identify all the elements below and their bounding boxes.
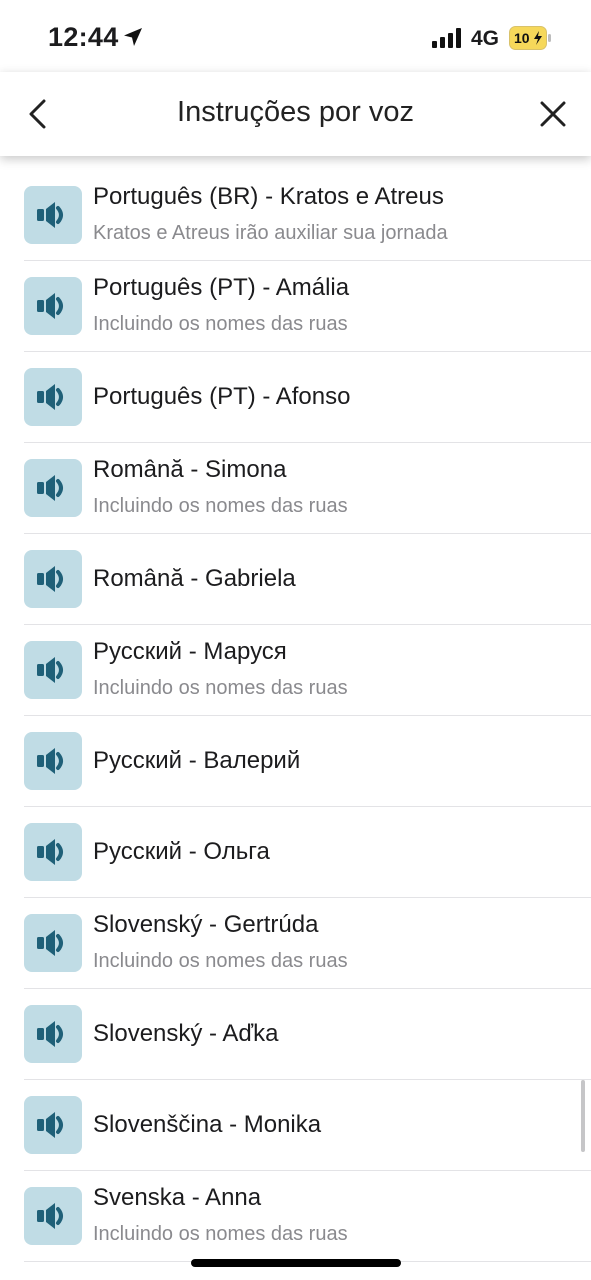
speaker-icon <box>24 277 82 335</box>
voice-item[interactable]: Română - Simona Incluindo os nomes das ru… <box>0 443 591 534</box>
speaker-icon <box>24 732 82 790</box>
speaker-icon <box>24 1096 82 1154</box>
close-button[interactable] <box>530 92 576 136</box>
speaker-icon <box>24 914 82 972</box>
speaker-icon <box>24 641 82 699</box>
voice-item[interactable]: Slovenščina - Monika <box>0 1080 591 1171</box>
voice-title: Română - Gabriela <box>93 565 296 592</box>
voice-item[interactable]: Русский - Ольга <box>0 807 591 898</box>
voice-subtitle: Kratos e Atreus irão auxiliar sua jornad… <box>93 222 448 244</box>
voice-title: Svenska - Anna <box>93 1184 262 1211</box>
speaker-icon <box>24 1187 82 1245</box>
status-bar: 12:44 4G 10 <box>0 0 591 72</box>
voice-title: Português (PT) - Amália <box>93 274 350 301</box>
battery-level: 10 <box>514 30 530 46</box>
voice-title: Slovenščina - Monika <box>93 1111 322 1138</box>
voice-subtitle: Incluindo os nomes das ruas <box>93 950 348 972</box>
voice-item[interactable]: Română - Gabriela <box>0 534 591 625</box>
voice-subtitle: Incluindo os nomes das ruas <box>93 677 348 699</box>
status-time: 12:44 <box>48 22 119 52</box>
voice-item[interactable]: Русский - Валерий <box>0 716 591 807</box>
voice-title: Русский - Валерий <box>93 747 301 774</box>
voice-subtitle: Incluindo os nomes das ruas <box>93 495 348 517</box>
voice-title: Português (PT) - Afonso <box>93 383 351 410</box>
page-title: Instruções por voz <box>177 96 414 128</box>
voice-title: Русский - Маруся <box>93 638 287 665</box>
network-type: 4G <box>471 27 500 50</box>
voice-subtitle: Incluindo os nomes das ruas <box>93 313 348 335</box>
voice-title: Русский - Ольга <box>93 838 270 865</box>
speaker-icon <box>24 1005 82 1063</box>
voice-item[interactable]: Slovenský - Aďka <box>0 989 591 1080</box>
speaker-icon <box>24 459 82 517</box>
voice-title: Slovenský - Gertrúda <box>93 911 319 938</box>
signal-icon <box>432 28 461 48</box>
voice-list: Português (BR) - Kratos e Atreus Kratos e… <box>0 170 591 1262</box>
voice-title: Slovenský - Aďka <box>93 1020 279 1047</box>
voice-title: Română - Simona <box>93 456 287 483</box>
speaker-icon <box>24 823 82 881</box>
voice-item[interactable]: Português (PT) - Amália Incluindo os nome… <box>0 261 591 352</box>
speaker-icon <box>24 368 82 426</box>
scrollbar[interactable] <box>581 1080 585 1152</box>
voice-item[interactable]: Slovenský - Gertrúda Incluindo os nomes d… <box>0 898 591 989</box>
voice-item[interactable]: Русский - Маруся Incluindo os nomes das r… <box>0 625 591 716</box>
close-icon <box>540 101 566 127</box>
battery-icon: 10 <box>509 26 551 50</box>
voice-item[interactable]: Português (BR) - Kratos e Atreus Kratos e… <box>0 170 591 261</box>
voice-item[interactable]: Svenska - Anna Incluindo os nomes das rua… <box>0 1171 591 1262</box>
voice-subtitle: Incluindo os nomes das ruas <box>93 1223 348 1245</box>
voice-title: Português (BR) - Kratos e Atreus <box>93 183 444 210</box>
speaker-icon <box>24 550 82 608</box>
location-arrow-icon <box>124 28 142 46</box>
home-indicator[interactable] <box>191 1259 401 1267</box>
speaker-icon <box>24 186 82 244</box>
voice-item[interactable]: Português (PT) - Afonso <box>0 352 591 443</box>
nav-header: Instruções por voz <box>0 72 591 156</box>
